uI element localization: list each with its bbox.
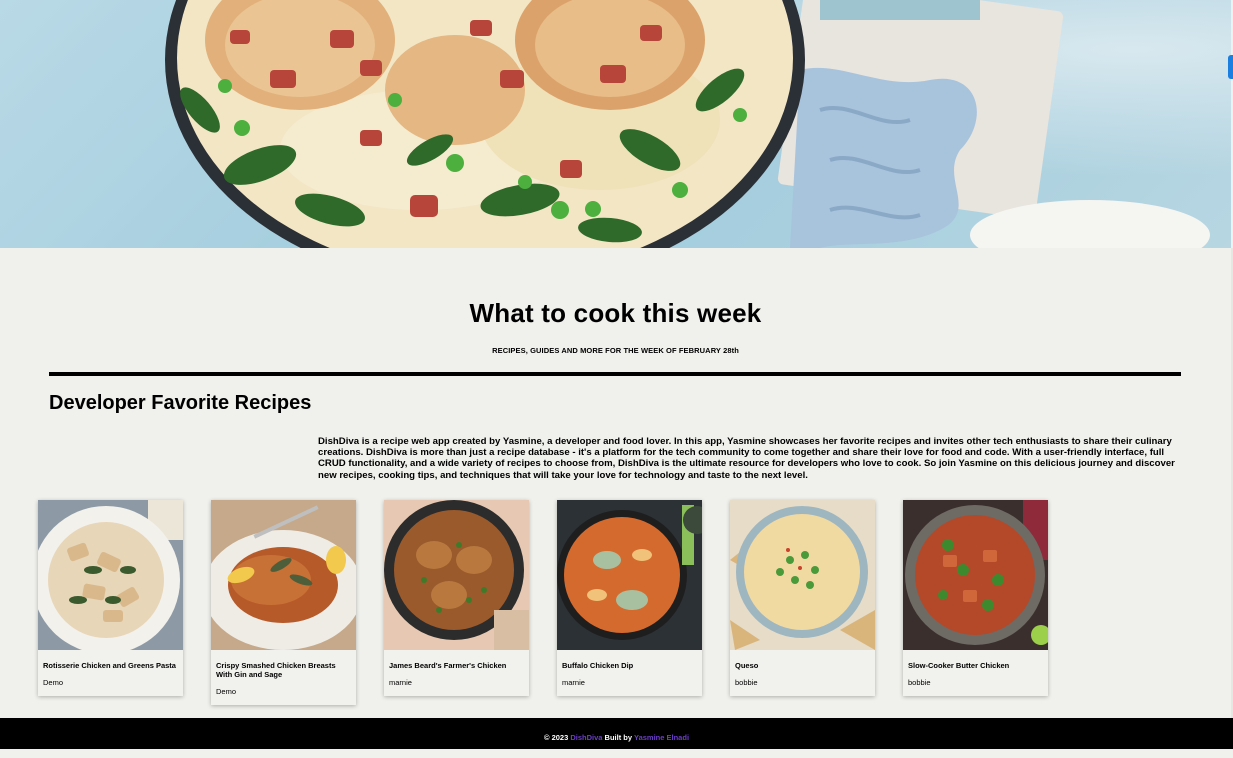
recipe-image <box>730 500 875 650</box>
page-title: What to cook this week <box>469 298 762 328</box>
recipe-author: bobbie <box>908 678 931 687</box>
recipe-author: Demo <box>216 687 237 696</box>
recipe-card[interactable]: Slow-Cooker Butter Chicken bobbie <box>903 500 1048 696</box>
brand-link[interactable]: DishDiva <box>570 733 602 742</box>
recipe-name[interactable]: Crispy Smashed Chicken Breasts With Gin … <box>211 650 356 679</box>
hero-food-illustration <box>165 0 1210 248</box>
favorites-heading: Developer Favorite Recipes <box>49 392 312 414</box>
page-subtitle: RECIPES, GUIDES AND MORE FOR THE WEEK OF… <box>492 346 739 355</box>
recipe-image <box>384 500 529 650</box>
recipe-image <box>557 500 702 650</box>
recipe-name[interactable]: James Beard's Farmer's Chicken <box>384 650 529 670</box>
section-divider <box>49 372 1181 376</box>
recipe-author: marnie <box>562 678 585 687</box>
built-by-text: Built by <box>604 733 633 742</box>
recipe-card[interactable]: Crispy Smashed Chicken Breasts With Gin … <box>211 500 356 705</box>
about-paragraph: DishDiva is a recipe web app created by … <box>318 436 1175 481</box>
recipe-name[interactable]: Buffalo Chicken Dip <box>557 650 702 670</box>
hero-image <box>0 0 1231 248</box>
author-link[interactable]: Yasmine Elnadi <box>634 733 689 742</box>
recipe-name[interactable]: Slow-Cooker Butter Chicken <box>903 650 1048 670</box>
recipe-image <box>211 500 356 650</box>
footer: © 2023 DishDiva Built by Yasmine Elnadi <box>0 718 1233 749</box>
recipe-image <box>38 500 183 650</box>
recipe-card[interactable]: James Beard's Farmer's Chicken marnie <box>384 500 529 696</box>
recipe-card[interactable]: Rotisserie Chicken and Greens Pasta Demo <box>38 500 183 696</box>
recipe-name[interactable]: Rotisserie Chicken and Greens Pasta <box>38 650 183 670</box>
recipe-author: bobbie <box>735 678 758 687</box>
recipe-author: marnie <box>389 678 412 687</box>
recipe-card[interactable]: Buffalo Chicken Dip marnie <box>557 500 702 696</box>
scroll-indicator[interactable] <box>1228 55 1233 79</box>
recipe-image <box>903 500 1048 650</box>
recipe-name[interactable]: Queso <box>730 650 875 670</box>
recipe-card[interactable]: Queso bobbie <box>730 500 875 696</box>
recipe-author: Demo <box>43 678 64 687</box>
copyright-text: © 2023 <box>543 733 569 742</box>
